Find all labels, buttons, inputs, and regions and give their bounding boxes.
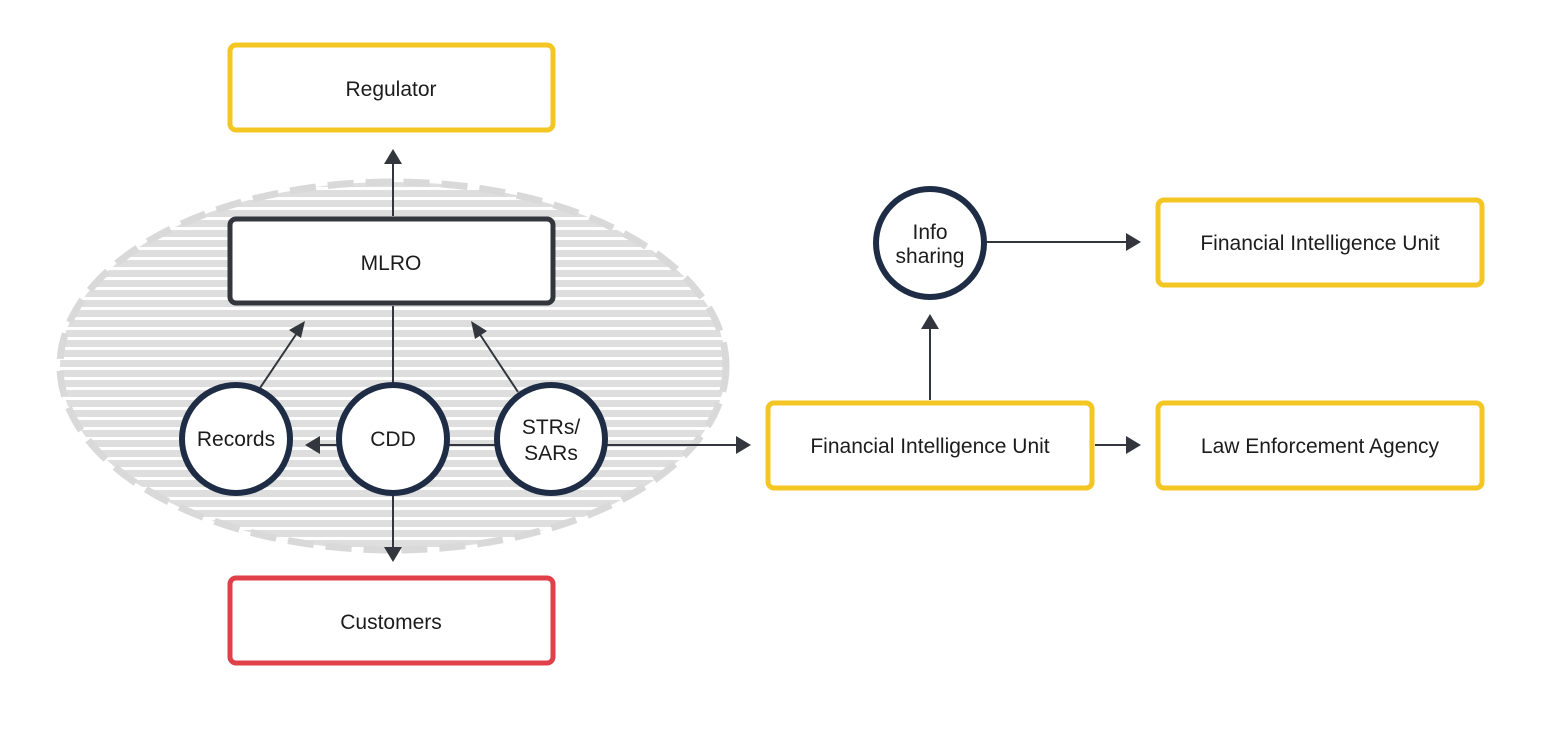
fiu-domestic-label: Financial Intelligence Unit xyxy=(810,435,1049,458)
cdd-label: CDD xyxy=(370,428,416,451)
records-label: Records xyxy=(197,428,275,451)
node-cdd: CDD xyxy=(336,382,450,496)
node-mlro: MLRO xyxy=(227,216,556,306)
aml-reporting-diagram: Regulator MLRO Records CDD STRs/ SARs Cu… xyxy=(56,42,1485,666)
node-strs-sars: STRs/ SARs xyxy=(494,382,608,496)
fiu-foreign-label: Financial Intelligence Unit xyxy=(1200,232,1439,255)
mlro-label: MLRO xyxy=(361,252,422,275)
info-sharing-label-line2: sharing xyxy=(896,245,965,268)
info-sharing-label-line1: Info xyxy=(912,221,947,244)
strs-sars-label-line2: SARs xyxy=(524,442,578,465)
arrowhead-to-law-enforcement xyxy=(1126,436,1141,454)
node-regulator: Regulator xyxy=(227,42,556,133)
node-fiu-domestic: Financial Intelligence Unit xyxy=(765,400,1095,491)
node-info-sharing: Info sharing xyxy=(873,186,987,300)
arrowhead-to-info-sharing xyxy=(921,314,939,329)
node-customers: Customers xyxy=(227,575,556,666)
arrowhead-to-fiu-foreign xyxy=(1126,233,1141,251)
strs-sars-circle xyxy=(494,382,608,496)
arrowhead-to-fiu-domestic xyxy=(736,436,751,454)
regulator-label: Regulator xyxy=(345,78,436,101)
customers-label: Customers xyxy=(340,611,442,634)
arrowhead-to-customers xyxy=(384,547,402,562)
node-law-enforcement: Law Enforcement Agency xyxy=(1155,400,1485,491)
node-records: Records xyxy=(179,382,293,496)
law-enforcement-label: Law Enforcement Agency xyxy=(1201,435,1440,458)
strs-sars-label-line1: STRs/ xyxy=(522,416,581,439)
node-fiu-foreign: Financial Intelligence Unit xyxy=(1155,197,1485,288)
arrowhead-to-regulator xyxy=(384,149,402,164)
